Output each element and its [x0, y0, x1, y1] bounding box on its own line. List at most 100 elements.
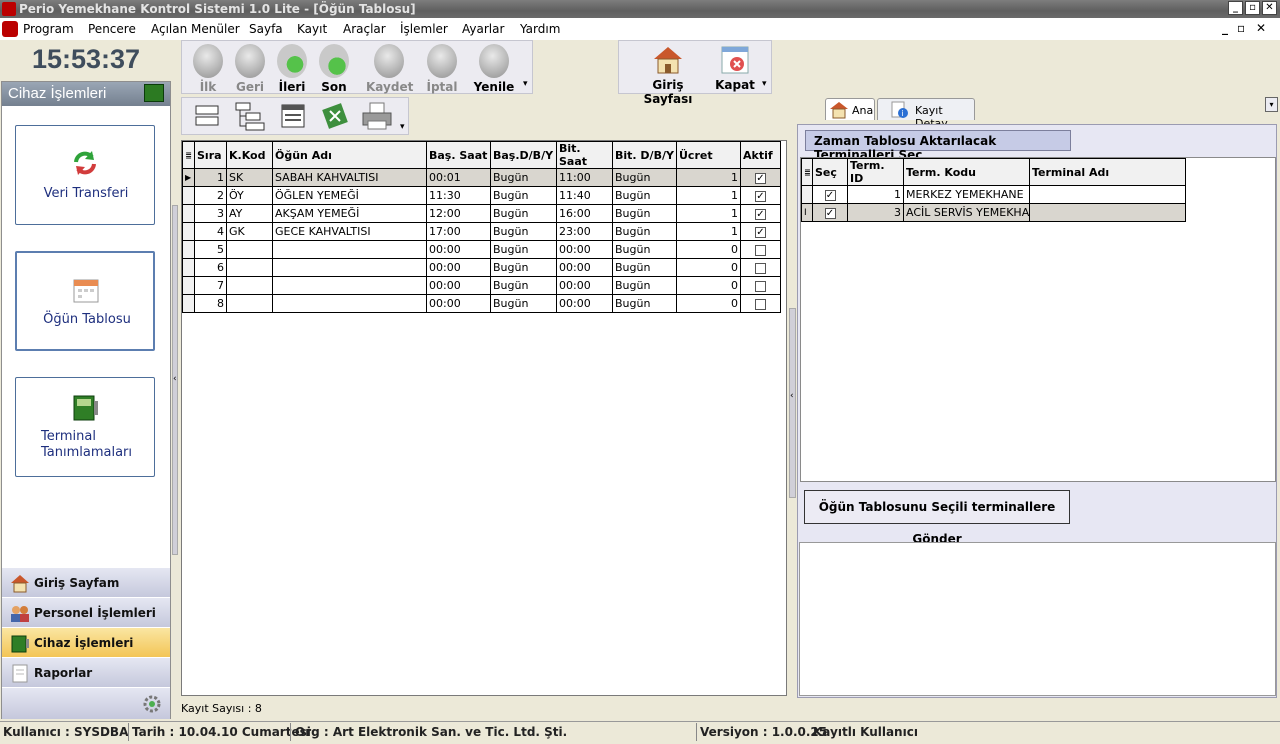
table-cell[interactable]: 3 — [194, 204, 227, 223]
table-cell[interactable]: Bugün — [490, 222, 557, 241]
aktif-checkbox[interactable] — [755, 262, 766, 274]
table-row[interactable]: 8 00:00 Bugün 00:00 Bugün 0 — [182, 294, 781, 313]
child-close-button[interactable]: ✕ — [1256, 21, 1266, 35]
form-view-icon[interactable] — [280, 103, 306, 129]
aktif-checkbox[interactable]: ✓ — [755, 172, 766, 184]
table-cell[interactable]: 00:00 — [556, 294, 613, 313]
table-cell[interactable]: Bugün — [612, 204, 677, 223]
nav-personel-islemleri[interactable]: Personel İşlemleri — [2, 597, 170, 627]
nav-giris-sayfam[interactable]: Giriş Sayfam — [2, 567, 170, 597]
table-cell[interactable] — [1029, 185, 1186, 204]
column-header[interactable]: Baş.D/B/Y — [490, 141, 557, 169]
table-cell[interactable]: 16:00 — [556, 204, 613, 223]
prev-button[interactable]: Geri — [230, 41, 270, 94]
aktif-cell[interactable] — [740, 276, 781, 295]
toolbar-overflow-icon[interactable]: ▾ — [400, 122, 405, 132]
row-selector-header[interactable]: ≣ — [801, 158, 813, 186]
group-by-icon[interactable] — [194, 104, 220, 128]
table-cell[interactable]: Bugün — [612, 276, 677, 295]
table-cell[interactable]: 4 — [194, 222, 227, 241]
tab-dropdown-icon[interactable]: ▾ — [1265, 97, 1278, 112]
aktif-checkbox[interactable] — [755, 244, 766, 256]
table-cell[interactable] — [226, 240, 273, 259]
sec-cell[interactable]: ✓ — [812, 203, 848, 222]
table-cell[interactable]: Bugün — [490, 258, 557, 277]
home-page-button[interactable]: Giriş Sayfası — [627, 41, 709, 106]
maximize-button[interactable]: ▫ — [1245, 1, 1260, 15]
aktif-checkbox[interactable] — [755, 280, 766, 292]
table-cell[interactable]: Bugün — [490, 294, 557, 313]
middle-splitter[interactable]: ‹ — [789, 308, 796, 498]
column-header[interactable]: Seç — [812, 158, 848, 186]
table-cell[interactable]: 0 — [676, 294, 741, 313]
column-header[interactable]: Sıra — [194, 141, 227, 169]
aktif-cell[interactable] — [740, 258, 781, 277]
table-cell[interactable]: 1 — [676, 204, 741, 223]
toolbar-overflow-icon[interactable]: ▾ — [523, 79, 528, 89]
export-excel-icon[interactable] — [320, 101, 350, 131]
table-cell[interactable]: 1 — [676, 186, 741, 205]
nav-cihaz-islemleri[interactable]: Cihaz İşlemleri — [2, 627, 170, 657]
table-cell[interactable]: 11:00 — [556, 168, 613, 187]
table-cell[interactable]: SK — [226, 168, 273, 187]
aktif-cell[interactable]: ✓ — [740, 186, 781, 205]
table-cell[interactable]: 11:30 — [426, 186, 491, 205]
column-header[interactable]: Öğün Adı — [272, 141, 427, 169]
table-row[interactable]: 4 GK GECE KAHVALTISI 17:00 Bugün 23:00 Bugün 1 ✓ — [182, 222, 781, 241]
table-cell[interactable]: 0 — [676, 276, 741, 295]
row-indicator[interactable]: ▶ — [182, 168, 195, 187]
table-cell[interactable] — [272, 240, 427, 259]
table-cell[interactable]: MERKEZ YEMEKHANE — [903, 185, 1030, 204]
table-cell[interactable]: 00:00 — [556, 258, 613, 277]
table-cell[interactable]: 1 — [676, 168, 741, 187]
table-row[interactable]: I ✓ 3ACİL SERVİS YEMEKHANE — [801, 203, 1186, 222]
close-button[interactable]: ✕ — [1262, 1, 1277, 15]
table-row[interactable]: 2 ÖY ÖĞLEN YEMEĞİ 11:30 Bugün 11:40 Bugün 1 ✓ — [182, 186, 781, 205]
table-cell[interactable]: AY — [226, 204, 273, 223]
table-cell[interactable]: 00:00 — [426, 258, 491, 277]
close-page-button[interactable]: Kapat — [715, 41, 755, 92]
table-cell[interactable] — [226, 294, 273, 313]
column-header[interactable]: Aktif — [740, 141, 781, 169]
table-cell[interactable]: Bugün — [612, 240, 677, 259]
table-cell[interactable]: 00:00 — [556, 276, 613, 295]
table-cell[interactable]: 00:01 — [426, 168, 491, 187]
table-cell[interactable]: Bugün — [612, 222, 677, 241]
tab-ana[interactable]: Ana — [825, 98, 875, 120]
print-icon[interactable] — [360, 101, 394, 131]
table-cell[interactable]: ÖĞLEN YEMEĞİ — [272, 186, 427, 205]
column-header[interactable]: Terminal Adı — [1029, 158, 1186, 186]
column-header[interactable]: Baş. Saat — [426, 141, 491, 169]
table-cell[interactable]: Bugün — [612, 168, 677, 187]
table-cell[interactable]: Bugün — [612, 294, 677, 313]
column-header[interactable]: Term. Kodu — [903, 158, 1030, 186]
sec-checkbox[interactable]: ✓ — [824, 189, 836, 201]
table-cell[interactable]: 00:00 — [426, 240, 491, 259]
table-cell[interactable]: 00:00 — [426, 294, 491, 313]
table-cell[interactable]: GK — [226, 222, 273, 241]
aktif-cell[interactable] — [740, 240, 781, 259]
left-splitter[interactable]: ‹ — [172, 205, 178, 555]
document-icon[interactable] — [2, 21, 18, 37]
aktif-cell[interactable]: ✓ — [740, 204, 781, 223]
table-cell[interactable] — [272, 294, 427, 313]
table-cell[interactable]: ÖY — [226, 186, 273, 205]
column-header[interactable]: K.Kod — [226, 141, 273, 169]
refresh-button[interactable]: Yenile — [472, 41, 516, 94]
table-row[interactable]: 6 00:00 Bugün 00:00 Bugün 0 — [182, 258, 781, 277]
table-cell[interactable]: Bugün — [490, 204, 557, 223]
aktif-cell[interactable]: ✓ — [740, 222, 781, 241]
aktif-cell[interactable]: ✓ — [740, 168, 781, 187]
table-cell[interactable]: Bugün — [612, 258, 677, 277]
child-minimize-button[interactable]: _ — [1222, 21, 1228, 35]
table-cell[interactable]: 1 — [194, 168, 227, 187]
table-row[interactable]: 5 00:00 Bugün 00:00 Bugün 0 — [182, 240, 781, 259]
last-button[interactable]: Son — [314, 41, 354, 94]
column-header[interactable]: Bit. D/B/Y — [612, 141, 677, 169]
table-cell[interactable]: Bugün — [490, 276, 557, 295]
save-button[interactable]: Kaydet — [366, 41, 413, 94]
table-row[interactable]: ✓ 1 MERKEZ YEMEKHANE — [801, 185, 1186, 204]
table-cell[interactable]: 0 — [676, 258, 741, 277]
table-cell[interactable]: GECE KAHVALTISI — [272, 222, 427, 241]
menu-ayarlar[interactable]: Ayarlar — [462, 22, 504, 36]
